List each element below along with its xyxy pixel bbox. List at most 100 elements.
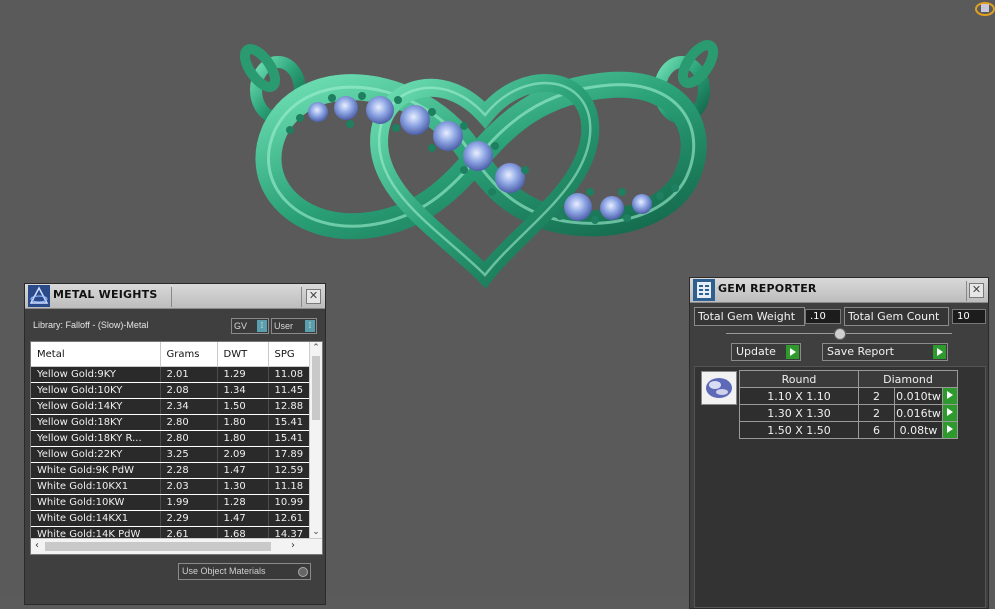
close-icon[interactable]: ✕ — [306, 289, 321, 304]
infinity-heart-pendant-model — [239, 40, 719, 289]
scroll-left-icon[interactable]: ‹ — [31, 540, 43, 552]
cell-dwt: 1.50 — [217, 398, 269, 415]
cell-dwt: 1.30 — [217, 478, 269, 495]
cell-count: 2 — [858, 387, 895, 405]
dropdown-arrow-icon: ⁞ — [305, 320, 315, 332]
library-label: Library: Falloff - (Slow)-Metal — [33, 320, 149, 330]
gem-reporter-icon — [693, 279, 715, 301]
total-gem-weight-value: .10 — [805, 309, 841, 324]
row-go-arrow-icon[interactable] — [942, 387, 958, 405]
use-object-materials-toggle[interactable]: Use Object Materials — [178, 563, 311, 580]
play-arrow-icon — [933, 345, 946, 359]
user-dropdown-label: User — [274, 321, 294, 331]
metal-table: Metal Grams DWT SPG Yellow Gold:9KY 2.01 1… — [31, 342, 316, 543]
metal-weights-panel: METAL WEIGHTS ✕ Library: Falloff - (Slow… — [24, 283, 326, 605]
cell-grams: 2.29 — [160, 510, 218, 527]
cell-spg: 17.89 — [268, 446, 316, 463]
horizontal-scrollbar[interactable]: ‹ › — [31, 538, 322, 554]
table-row[interactable]: White Gold:14KX1 2.29 1.47 12.61 — [31, 510, 316, 527]
table-header-row: Metal Grams DWT SPG — [31, 342, 316, 367]
cell-spg: 15.41 — [268, 414, 316, 431]
save-report-button[interactable]: Save Report — [822, 343, 948, 361]
cell-grams: 1.99 — [160, 494, 218, 511]
play-arrow-icon — [786, 345, 799, 359]
metal-weights-titlebar[interactable]: METAL WEIGHTS ✕ — [25, 284, 325, 309]
table-header-row: Round Diamond — [739, 370, 958, 388]
cell-weight: 0.016tw — [894, 404, 943, 422]
table-row[interactable]: White Gold:10KW 1.99 1.28 10.99 — [31, 494, 316, 511]
close-icon[interactable]: ✕ — [969, 283, 984, 298]
gem-reporter-panel: GEM REPORTER ✕ Total Gem Weight .10 Tota… — [689, 277, 989, 609]
row-go-arrow-icon[interactable] — [942, 404, 958, 422]
table-row[interactable]: Yellow Gold:10KY 2.08 1.34 11.45 — [31, 382, 316, 399]
cell-grams: 2.80 — [160, 414, 218, 431]
column-header-shape: Round — [739, 370, 859, 388]
scroll-thumb[interactable] — [45, 542, 271, 551]
table-row[interactable]: White Gold:10KX1 2.03 1.30 11.18 — [31, 478, 316, 495]
cell-spg: 12.59 — [268, 462, 316, 479]
cell-spg: 12.88 — [268, 398, 316, 415]
table-row[interactable]: Yellow Gold:9KY 2.01 1.29 11.08 — [31, 366, 316, 383]
cell-dwt: 1.80 — [217, 430, 269, 447]
total-gem-count-label: Total Gem Count — [844, 307, 949, 326]
tab-separator — [966, 281, 967, 301]
cell-spg: 10.99 — [268, 494, 316, 511]
cell-dwt: 1.34 — [217, 382, 269, 399]
update-button[interactable]: Update — [731, 343, 801, 361]
table-row[interactable]: Yellow Gold:18KY 2.80 1.80 15.41 — [31, 414, 316, 431]
cell-dwt: 1.80 — [217, 414, 269, 431]
cell-dwt: 1.47 — [217, 462, 269, 479]
tab-separator — [301, 287, 302, 307]
cell-grams: 2.08 — [160, 382, 218, 399]
table-row[interactable]: 1.50 X 1.50 6 0.08tw — [739, 421, 958, 439]
tab-separator — [171, 287, 172, 307]
gv-dropdown[interactable]: GV ⁞ — [231, 318, 269, 334]
table-row[interactable]: 1.30 X 1.30 2 0.016tw — [739, 404, 958, 422]
metal-weights-icon — [28, 285, 50, 307]
use-object-materials-label: Use Object Materials — [182, 566, 266, 576]
view-cube-icon[interactable] — [971, 0, 995, 18]
scroll-thumb[interactable] — [312, 356, 320, 420]
table-row[interactable]: Yellow Gold:14KY 2.34 1.50 12.88 — [31, 398, 316, 415]
scroll-down-icon[interactable]: ⌄ — [310, 526, 322, 538]
cell-metal: Yellow Gold:18KY — [31, 414, 161, 431]
cell-metal: Yellow Gold:10KY — [31, 382, 161, 399]
column-header-grams[interactable]: Grams — [160, 342, 218, 367]
cell-spg: 11.08 — [268, 366, 316, 383]
cell-grams: 3.25 — [160, 446, 218, 463]
table-row[interactable]: Yellow Gold:18KY R... 2.80 1.80 15.41 — [31, 430, 316, 447]
cell-dwt: 2.09 — [217, 446, 269, 463]
cell-spg: 12.61 — [268, 510, 316, 527]
gem-reporter-titlebar[interactable]: GEM REPORTER ✕ — [690, 278, 988, 303]
row-go-arrow-icon[interactable] — [942, 421, 958, 439]
gv-dropdown-label: GV — [234, 321, 248, 331]
table-row[interactable]: 1.10 X 1.10 2 0.010tw — [739, 387, 958, 405]
cell-metal: Yellow Gold:22KY — [31, 446, 161, 463]
cell-grams: 2.80 — [160, 430, 218, 447]
user-dropdown[interactable]: User ⁞ — [271, 318, 317, 334]
scroll-up-icon[interactable]: ⌃ — [310, 342, 322, 354]
column-header-metal[interactable]: Metal — [31, 342, 161, 367]
cell-dwt: 1.29 — [217, 366, 269, 383]
column-header-dwt[interactable]: DWT — [217, 342, 269, 367]
round-diamond-icon[interactable] — [701, 371, 737, 405]
cell-metal: Yellow Gold:14KY — [31, 398, 161, 415]
save-report-label: Save Report — [827, 345, 894, 358]
metal-weights-title: METAL WEIGHTS — [53, 288, 158, 301]
scroll-right-icon[interactable]: › — [287, 540, 299, 552]
cell-spg: 15.41 — [268, 430, 316, 447]
gem-table: Round Diamond 1.10 X 1.10 2 0.010tw 1.30 X … — [739, 370, 958, 439]
splitter-handle[interactable] — [834, 328, 846, 340]
cell-weight: 0.010tw — [894, 387, 943, 405]
vertical-scrollbar[interactable]: ⌃ ⌄ — [309, 342, 322, 538]
cell-size: 1.10 X 1.10 — [739, 387, 859, 405]
cell-size: 1.30 X 1.30 — [739, 404, 859, 422]
cell-grams: 2.34 — [160, 398, 218, 415]
table-row[interactable]: White Gold:9K PdW 2.28 1.47 12.59 — [31, 462, 316, 479]
update-label: Update — [736, 345, 776, 358]
table-row[interactable]: Yellow Gold:22KY 3.25 2.09 17.89 — [31, 446, 316, 463]
cell-metal: White Gold:10KX1 — [31, 478, 161, 495]
cell-metal: Yellow Gold:18KY R... — [31, 430, 161, 447]
total-gem-count-value: 10 — [952, 309, 986, 324]
column-header-spg[interactable]: SPG — [268, 342, 316, 367]
